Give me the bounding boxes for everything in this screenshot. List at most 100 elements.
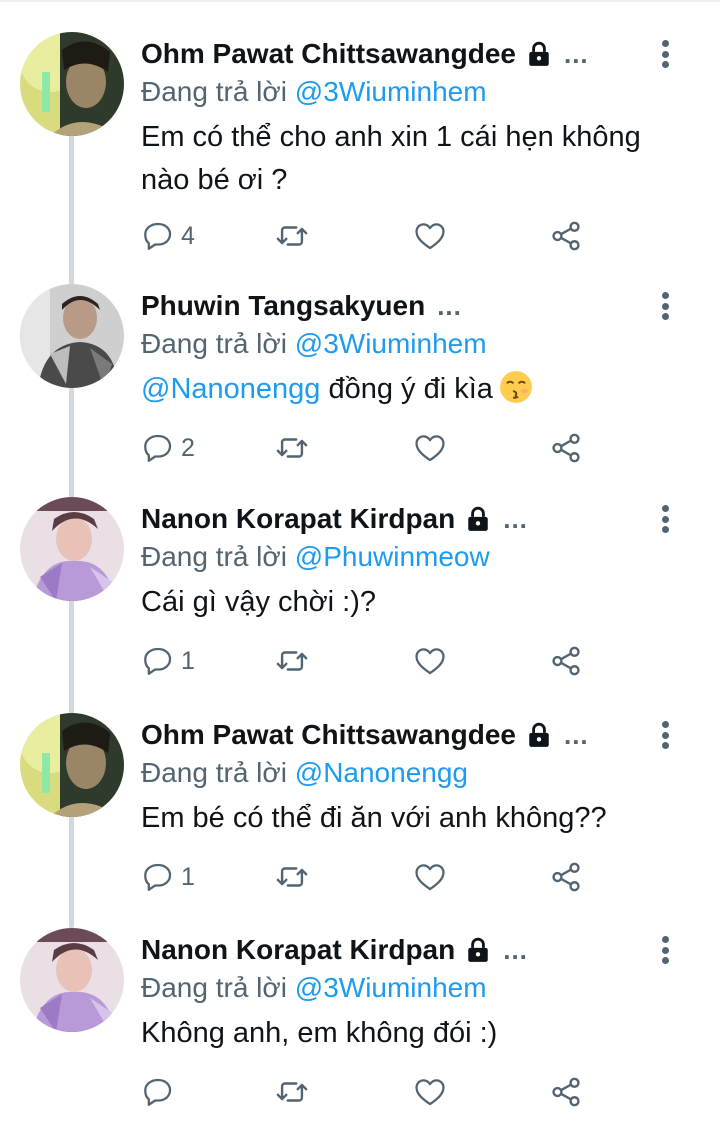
retweet-icon xyxy=(276,226,308,246)
reply-button[interactable]: 4 xyxy=(141,216,195,256)
tweet-mention[interactable]: @Nanonengg xyxy=(141,373,320,405)
tweet-body: Cái gì vậy chời :)? xyxy=(141,586,376,618)
share-button[interactable] xyxy=(549,428,583,468)
share-icon xyxy=(552,646,580,676)
name-truncation: ... xyxy=(563,38,589,69)
tweet-text: Cái gì vậy chời :)? xyxy=(141,581,691,624)
like-button[interactable] xyxy=(413,857,447,897)
avatar[interactable] xyxy=(20,284,124,388)
more-vertical-icon[interactable] xyxy=(652,932,678,968)
reply-button[interactable]: 1 xyxy=(141,641,195,681)
more-vertical-icon[interactable] xyxy=(652,717,678,753)
reply-icon xyxy=(144,863,172,891)
author-header: Nanon Korapat Kirdpan ... xyxy=(141,930,528,970)
tweet[interactable]: Ohm Pawat Chittsawangdee ... Đang trả lờ… xyxy=(0,713,720,929)
tweet[interactable]: Ohm Pawat Chittsawangdee ... Đang trả lờ… xyxy=(0,32,720,251)
lock-icon xyxy=(468,506,488,531)
share-button[interactable] xyxy=(549,641,583,681)
name-truncation: ... xyxy=(503,934,528,965)
retweet-icon xyxy=(276,1082,308,1102)
tweet-text: Em bé có thể đi ăn với anh không?? xyxy=(141,797,691,840)
name-truncation: ... xyxy=(503,503,528,534)
replying-to-handle[interactable]: @3Wiuminhem xyxy=(295,76,487,107)
lock-icon xyxy=(529,722,549,747)
share-button[interactable] xyxy=(549,857,583,897)
retweet-button[interactable] xyxy=(275,1072,309,1112)
tweet-body: đồng ý đi kìa xyxy=(320,373,493,405)
replying-prefix: Đang trả lời xyxy=(141,972,287,1003)
author-name[interactable]: Phuwin Tangsakyuen xyxy=(141,290,425,322)
share-icon xyxy=(552,1077,580,1107)
avatar[interactable] xyxy=(20,713,124,817)
retweet-button[interactable] xyxy=(275,857,309,897)
tweet[interactable]: Nanon Korapat Kirdpan ... Đang trả lời @… xyxy=(0,928,720,1144)
reply-button[interactable]: 1 xyxy=(141,857,195,897)
replying-to-line: Đang trả lời @Nanonengg xyxy=(141,753,468,793)
replying-prefix: Đang trả lời xyxy=(141,757,287,788)
share-button[interactable] xyxy=(549,1072,583,1112)
reply-icon xyxy=(144,222,172,250)
author-name[interactable]: Ohm Pawat Chittsawangdee xyxy=(141,38,516,70)
reply-count: 4 xyxy=(181,221,195,250)
share-icon xyxy=(552,433,580,463)
author-name[interactable]: Nanon Korapat Kirdpan xyxy=(141,934,455,966)
replying-to-handle[interactable]: @Phuwinmeow xyxy=(295,541,490,572)
replying-to-line: Đang trả lời @3Wiuminhem xyxy=(141,968,487,1008)
author-header: Phuwin Tangsakyuen ... xyxy=(141,286,462,326)
retweet-button[interactable] xyxy=(275,216,309,256)
name-truncation: ... xyxy=(563,719,589,750)
author-header: Nanon Korapat Kirdpan ... xyxy=(141,499,528,539)
more-vertical-icon[interactable] xyxy=(652,288,678,324)
share-icon xyxy=(552,221,580,251)
reply-icon xyxy=(144,1078,172,1106)
heart-icon xyxy=(415,223,445,250)
like-button[interactable] xyxy=(413,641,447,681)
avatar[interactable] xyxy=(20,497,124,601)
share-icon xyxy=(552,862,580,892)
tweet-body: Không anh, em không đói :) xyxy=(141,1017,498,1049)
retweet-button[interactable] xyxy=(275,641,309,681)
author-name[interactable]: Nanon Korapat Kirdpan xyxy=(141,503,455,535)
replying-to-line: Đang trả lời @Phuwinmeow xyxy=(141,537,490,577)
tweet[interactable]: Nanon Korapat Kirdpan ... Đang trả lời @… xyxy=(0,497,720,713)
retweet-icon xyxy=(276,651,308,671)
replying-to-line: Đang trả lời @3Wiuminhem xyxy=(141,324,487,364)
more-vertical-icon[interactable] xyxy=(652,36,678,72)
reply-button[interactable]: 2 xyxy=(141,428,195,468)
kissing-face-emoji xyxy=(499,371,532,403)
replying-prefix: Đang trả lời xyxy=(141,76,287,107)
heart-icon xyxy=(415,864,445,891)
reply-count: 2 xyxy=(181,433,195,462)
replying-to-handle[interactable]: @Nanonengg xyxy=(295,757,468,788)
retweet-button[interactable] xyxy=(275,428,309,468)
more-vertical-icon[interactable] xyxy=(652,501,678,537)
lock-icon xyxy=(529,41,549,66)
tweet-actions: 4 xyxy=(141,216,591,256)
reply-button[interactable] xyxy=(141,1072,175,1112)
like-button[interactable] xyxy=(413,1072,447,1112)
replying-to-line: Đang trả lời @3Wiuminhem xyxy=(141,72,487,112)
tweet-actions: 2 xyxy=(141,428,591,468)
tweet-text: @Nanonengg đồng ý đi kìa xyxy=(141,368,691,411)
heart-icon xyxy=(415,435,445,462)
tweet-body: Em bé có thể đi ăn với anh không?? xyxy=(141,802,607,834)
share-button[interactable] xyxy=(549,216,583,256)
heart-icon xyxy=(415,1079,445,1106)
tweet-actions xyxy=(141,1072,591,1112)
like-button[interactable] xyxy=(413,428,447,468)
author-name[interactable]: Ohm Pawat Chittsawangdee xyxy=(141,719,516,751)
replying-to-handle[interactable]: @3Wiuminhem xyxy=(295,972,487,1003)
tweet-actions: 1 xyxy=(141,641,591,681)
replying-prefix: Đang trả lời xyxy=(141,328,287,359)
avatar[interactable] xyxy=(20,32,124,136)
tweet-text: Em có thể cho anh xin 1 cái hẹn không nà… xyxy=(141,116,691,202)
heart-icon xyxy=(415,648,445,675)
lock-icon xyxy=(468,937,488,962)
replying-to-handle[interactable]: @3Wiuminhem xyxy=(295,328,487,359)
avatar[interactable] xyxy=(20,928,124,1032)
author-header: Ohm Pawat Chittsawangdee ... xyxy=(141,34,589,74)
tweet[interactable]: Phuwin Tangsakyuen ... Đang trả lời @3Wi… xyxy=(0,284,720,500)
like-button[interactable] xyxy=(413,216,447,256)
reply-icon xyxy=(144,434,172,462)
reply-count: 1 xyxy=(181,862,195,891)
